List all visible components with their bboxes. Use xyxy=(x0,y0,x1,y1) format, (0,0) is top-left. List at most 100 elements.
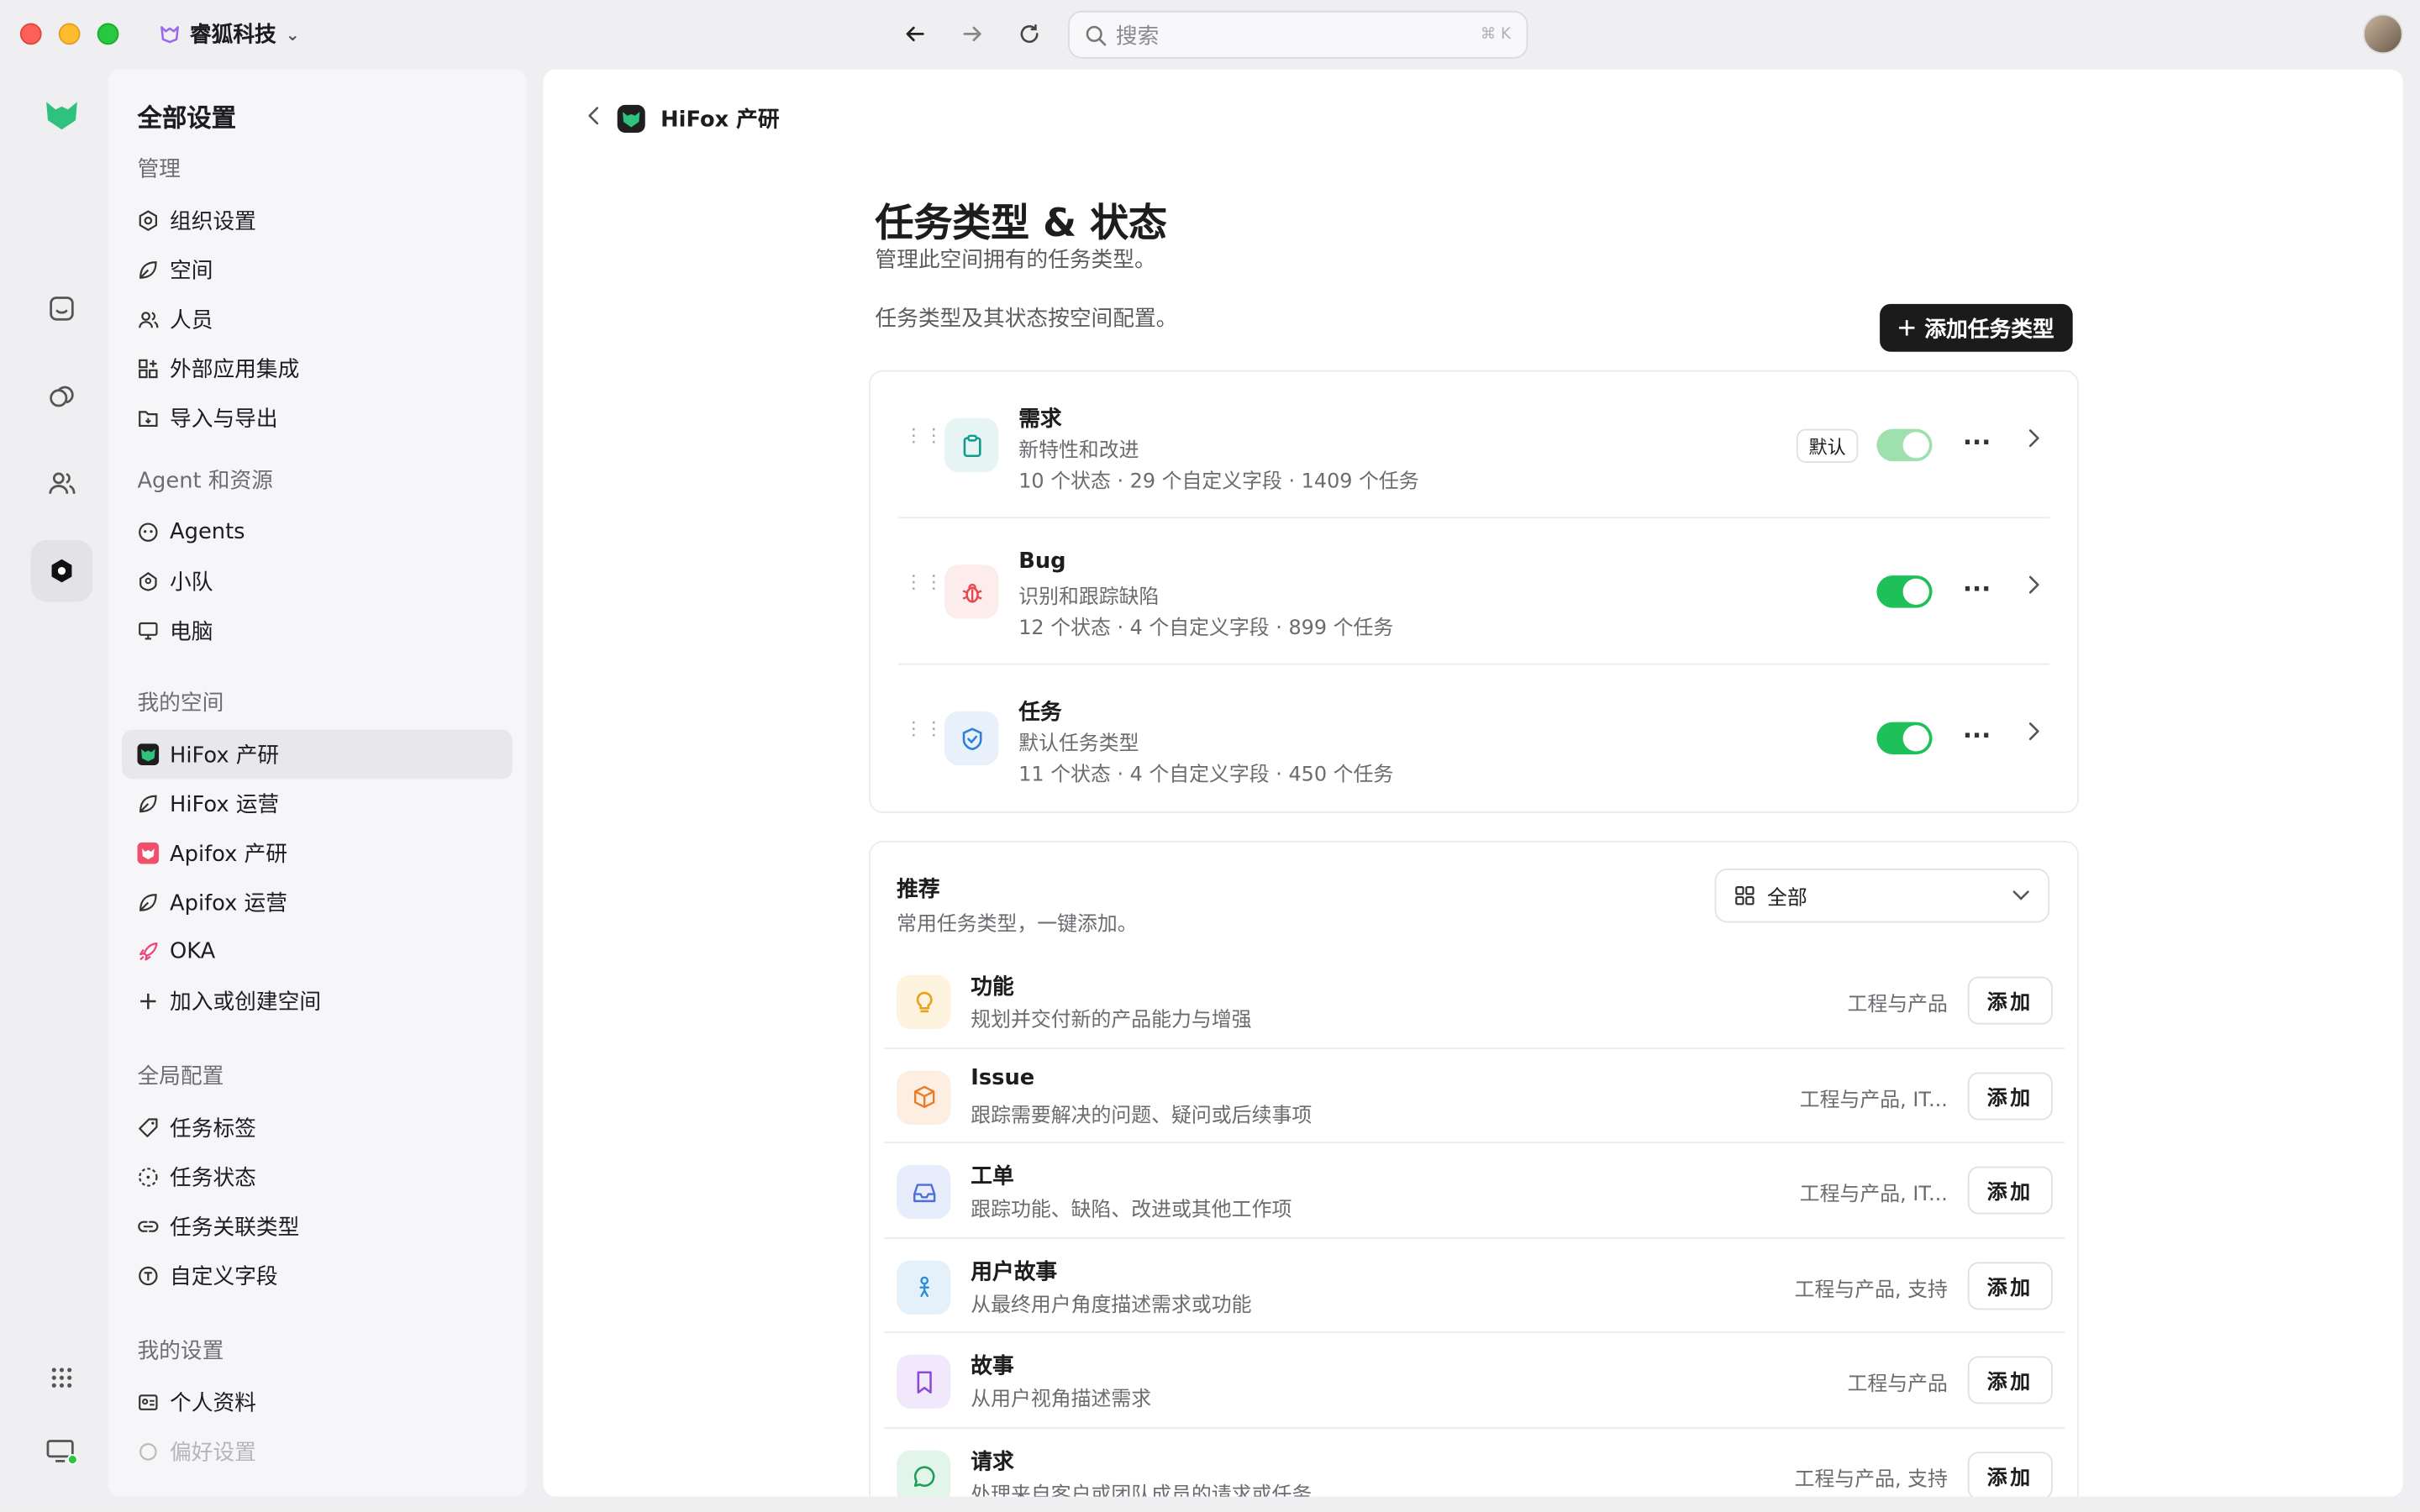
title-bar: 睿狐科技 ⌄ 搜索 ⌘ K xyxy=(0,0,2420,68)
sidebar-item-apifox-ops[interactable]: Apifox 运营 xyxy=(122,878,513,927)
minimize-window-button[interactable] xyxy=(58,23,81,45)
chevron-right-icon[interactable] xyxy=(2028,722,2040,747)
add-button[interactable]: 添加 xyxy=(1967,1356,2053,1404)
app-logo-icon[interactable] xyxy=(31,85,92,146)
sidebar-item-label: 空间 xyxy=(170,259,213,284)
task-type-enabled-toggle[interactable] xyxy=(1876,428,1933,462)
search-input[interactable]: 搜索 ⌘ K xyxy=(1067,10,1528,59)
task-type-row[interactable]: ⋮⋮ 需求 新特性和改进 10 个状态 · 29 个自定义字段 · 1409 个… xyxy=(897,372,2050,519)
recommended-desc: 从用户视角描述需求 xyxy=(971,1389,1152,1412)
rocket-icon xyxy=(137,941,159,963)
recommended-list: 功能 规划并交付新的产品能力与增强 工程与产品 添加 Issue 跟踪需要解决的… xyxy=(884,953,2065,1497)
chat-icon xyxy=(897,1449,951,1497)
task-type-fields: 4 个自定义字段 xyxy=(1129,764,1270,787)
content-area: 任务类型 & 状态 管理此空间拥有的任务类型。 任务类型及其状态按空间配置。 添… xyxy=(869,193,2080,1497)
list-item: 工单 跟踪功能、缺陷、改进或其他工作项 工程与产品, IT... 添加 xyxy=(884,1143,2065,1238)
apps-grid-icon[interactable] xyxy=(31,1347,92,1408)
apifox-logo-icon xyxy=(137,842,160,864)
sidebar-item-apifox-rd[interactable]: Apifox 产研 xyxy=(122,828,513,878)
task-type-fields: 29 个自定义字段 xyxy=(1129,470,1282,494)
sidebar-item-oka[interactable]: OKA xyxy=(122,927,513,977)
task-type-fields: 4 个自定义字段 xyxy=(1129,617,1270,641)
sidebar-item-join-create-space[interactable]: 加入或创建空间 xyxy=(122,977,513,1026)
sidebar-item-label: 导入与导出 xyxy=(170,407,278,433)
chevron-right-icon[interactable] xyxy=(2028,575,2040,600)
forward-arrow-icon[interactable] xyxy=(959,18,986,50)
sidebar-item-agents[interactable]: Agents xyxy=(122,507,513,557)
task-type-desc: 默认任务类型 xyxy=(1018,732,1139,756)
task-type-row[interactable]: ⋮⋮ Bug 识别和跟踪缺陷 12 个状态 · 4 个自定义字段 · 899 个… xyxy=(897,518,2050,665)
sidebar-item-label: 任务关联类型 xyxy=(170,1215,300,1241)
sidebar-item-integrations[interactable]: 外部应用集成 xyxy=(122,344,513,394)
sidebar-item-task-links[interactable]: 任务关联类型 xyxy=(122,1202,513,1252)
list-item: Issue 跟踪需要解决的问题、疑问或后续事项 工程与产品, IT... 添加 xyxy=(884,1048,2065,1143)
task-types-list: ⋮⋮ 需求 新特性和改进 10 个状态 · 29 个自定义字段 · 1409 个… xyxy=(869,370,2080,813)
task-type-enabled-toggle[interactable] xyxy=(1876,575,1933,608)
task-type-count: 450 个任务 xyxy=(1288,764,1394,787)
category-filter-select[interactable]: 全部 xyxy=(1714,869,2050,923)
sidebar-item-hifox-ops[interactable]: HiFox 运营 xyxy=(122,780,513,829)
more-options-icon[interactable]: ··· xyxy=(1963,574,1991,603)
task-type-states: 12 个状态 xyxy=(1018,617,1111,641)
spaces-rail-icon[interactable] xyxy=(31,364,92,425)
inbox-rail-icon[interactable] xyxy=(31,278,92,339)
members-rail-icon[interactable] xyxy=(31,452,92,513)
add-button[interactable]: 添加 xyxy=(1967,976,2053,1025)
profile-icon xyxy=(137,1392,159,1414)
sidebar-item-teams[interactable]: 小队 xyxy=(122,557,513,606)
team-icon xyxy=(137,571,159,593)
sidebar-item-profile[interactable]: 个人资料 xyxy=(122,1378,513,1427)
settings-sidebar: 全部设置 管理 组织设置 空间 人员 外部应用集成 导入与导出 Agent 和资… xyxy=(108,69,527,1497)
sidebar-item-task-status[interactable]: 任务状态 xyxy=(122,1152,513,1202)
recommended-category: 工程与产品, IT... xyxy=(1799,1183,1948,1207)
sidebar-item-org-settings[interactable]: 组织设置 xyxy=(122,196,513,245)
add-button[interactable]: 添加 xyxy=(1967,1166,2053,1215)
sidebar-item-custom-fields[interactable]: 自定义字段 xyxy=(122,1252,513,1301)
grid-icon xyxy=(1735,886,1754,906)
list-item: 用户故事 从最终用户角度描述需求或功能 工程与产品, 支持 添加 xyxy=(884,1238,2065,1333)
page-subtitle: 管理此空间拥有的任务类型。 xyxy=(875,248,1156,274)
add-task-type-button[interactable]: 添加任务类型 xyxy=(1880,303,2073,352)
maximize-window-button[interactable] xyxy=(97,23,119,45)
sidebar-item-task-tags[interactable]: 任务标签 xyxy=(122,1103,513,1152)
back-arrow-icon[interactable] xyxy=(902,18,929,50)
recommended-desc: 跟踪功能、缺陷、改进或其他工作项 xyxy=(971,1199,1292,1222)
sidebar-item-hifox-rd[interactable]: HiFox 产研 xyxy=(122,729,513,780)
task-type-row[interactable]: ⋮⋮ 任务 默认任务类型 11 个状态 · 4 个自定义字段 · 450 个任务… xyxy=(898,665,2049,811)
sidebar-item-preferences[interactable]: 偏好设置 xyxy=(122,1427,513,1477)
breadcrumb-space-name[interactable]: HiFox 产研 xyxy=(660,103,780,134)
org-switcher[interactable]: 睿狐科技 ⌄ xyxy=(159,18,300,50)
sidebar-item-people[interactable]: 人员 xyxy=(122,295,513,344)
sidebar-item-label: 偏好设置 xyxy=(170,1441,256,1466)
add-button[interactable]: 添加 xyxy=(1967,1261,2053,1310)
sidebar-item-computers[interactable]: 电脑 xyxy=(122,606,513,656)
chevron-left-icon[interactable] xyxy=(587,107,602,131)
sidebar-item-spaces[interactable]: 空间 xyxy=(122,245,513,295)
section-label-manage: 管理 xyxy=(137,157,181,182)
add-button[interactable]: 添加 xyxy=(1967,1071,2053,1120)
sidebar-item-label: 外部应用集成 xyxy=(170,358,300,383)
sidebar-item-label: Agents xyxy=(170,519,245,545)
task-type-enabled-toggle[interactable] xyxy=(1876,722,1933,755)
user-avatar[interactable] xyxy=(2362,13,2403,55)
task-type-count: 1409 个任务 xyxy=(1301,470,1419,494)
drag-handle-icon[interactable]: ⋮⋮ xyxy=(904,719,944,738)
recommended-category: 工程与产品, IT... xyxy=(1799,1088,1948,1112)
sidebar-item-import-export[interactable]: 导入与导出 xyxy=(122,393,513,443)
sidebar-item-label: 自定义字段 xyxy=(170,1265,278,1290)
device-status-icon[interactable] xyxy=(31,1421,92,1483)
chevron-right-icon[interactable] xyxy=(2028,429,2040,454)
icon-rail xyxy=(15,70,108,1497)
add-button[interactable]: 添加 xyxy=(1967,1451,2053,1497)
drag-handle-icon[interactable]: ⋮⋮ xyxy=(904,572,944,591)
drag-handle-icon[interactable]: ⋮⋮ xyxy=(904,426,944,444)
recommended-desc: 处理来自客户或团队成员的请求或任务 xyxy=(971,1483,1313,1497)
more-options-icon[interactable]: ··· xyxy=(1963,428,1991,457)
sidebar-item-label: HiFox 产研 xyxy=(170,743,280,769)
close-window-button[interactable] xyxy=(19,23,42,45)
list-item: 请求 处理来自客户或团队成员的请求或任务 工程与产品, 支持 添加 xyxy=(884,1428,2065,1497)
more-options-icon[interactable]: ··· xyxy=(1963,721,1991,750)
refresh-icon[interactable] xyxy=(1016,18,1044,50)
task-type-desc: 新特性和改进 xyxy=(1018,439,1139,464)
settings-rail-icon[interactable] xyxy=(30,539,93,602)
